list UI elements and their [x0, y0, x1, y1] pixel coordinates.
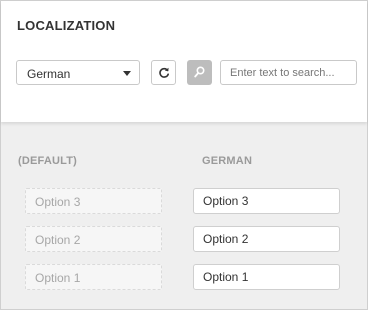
- search-icon: [194, 66, 205, 78]
- header-section: LOCALIZATION German: [1, 1, 367, 122]
- translation-input[interactable]: [193, 226, 340, 252]
- search-input[interactable]: [220, 60, 357, 85]
- default-text: Option 3: [35, 195, 81, 209]
- chevron-down-icon: [123, 71, 131, 76]
- default-text: Option 2: [35, 233, 81, 247]
- default-text-box: Option 3: [25, 188, 162, 214]
- refresh-icon: [159, 67, 169, 78]
- translation-column-heading: GERMAN: [202, 155, 253, 167]
- localization-panel: LOCALIZATION German (DEFAULT) GERMAN Opt…: [0, 0, 368, 310]
- language-select[interactable]: German: [16, 60, 140, 85]
- reset-button[interactable]: [151, 60, 176, 85]
- default-text: Option 1: [35, 271, 81, 285]
- default-text-box: Option 1: [25, 264, 162, 290]
- default-column-heading: (DEFAULT): [18, 155, 78, 167]
- panel-title: LOCALIZATION: [17, 18, 116, 33]
- default-text-box: Option 2: [25, 226, 162, 252]
- language-select-value: German: [27, 67, 71, 81]
- translation-input[interactable]: [193, 264, 340, 290]
- search-button[interactable]: [187, 60, 212, 85]
- translation-input[interactable]: [193, 188, 340, 214]
